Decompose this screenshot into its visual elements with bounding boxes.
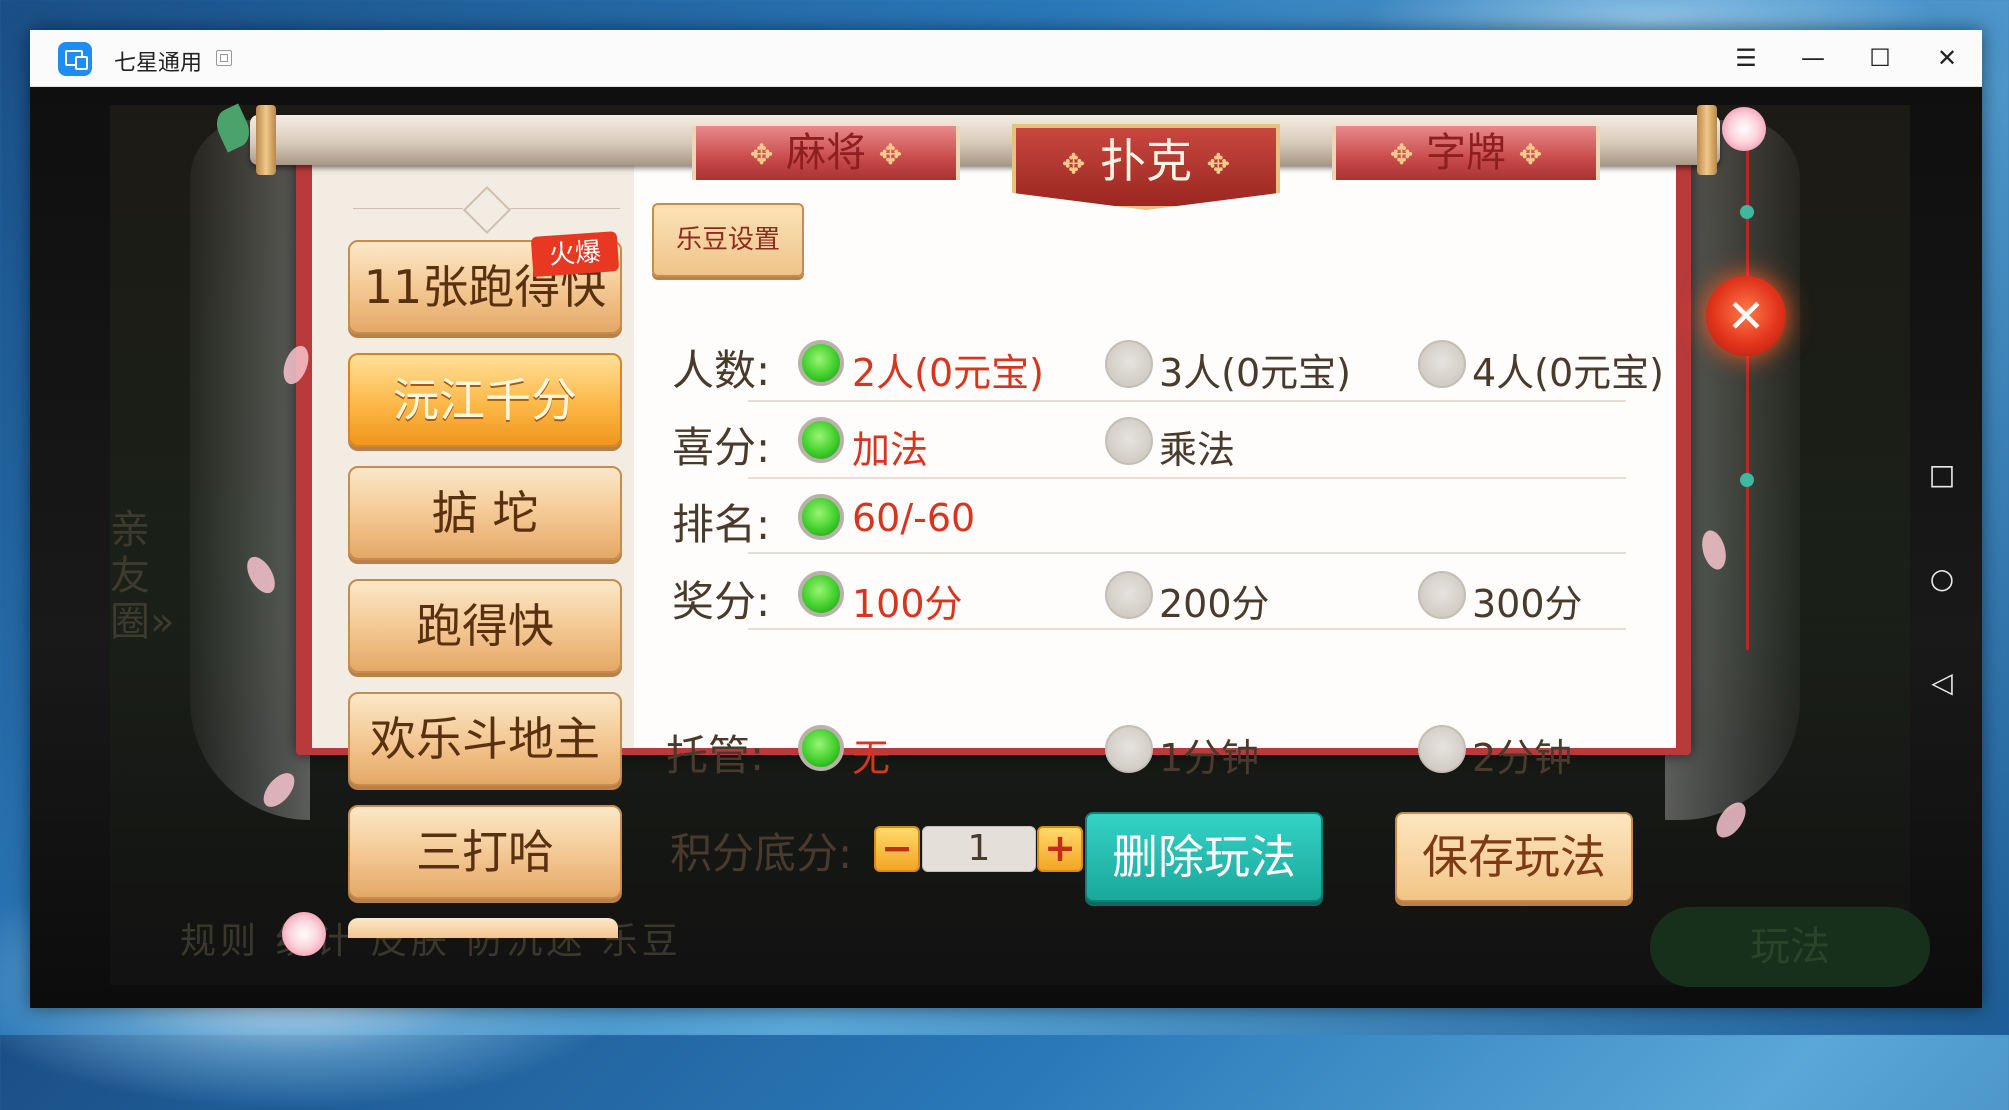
tab-poker-label: 扑克 (1100, 134, 1192, 188)
row-divider (748, 628, 1626, 630)
radio-selected-icon (798, 494, 844, 540)
radio-selected-icon (798, 417, 844, 463)
bead-decoration (1740, 473, 1754, 487)
tab-zipai-label: 字牌 (1426, 130, 1506, 176)
game-button-diantuo[interactable]: 掂 坨 (348, 466, 622, 560)
minimize-button[interactable]: — (1789, 38, 1837, 78)
save-rules-button[interactable]: 保存玩法 (1395, 812, 1633, 902)
base-score-decrease-button[interactable]: − (874, 826, 920, 872)
back-button[interactable]: ◁ (1922, 663, 1962, 703)
radio-empty-icon (1105, 725, 1153, 773)
radio-empty-icon (1418, 571, 1466, 619)
flower-decoration-icon (282, 912, 326, 956)
tab-ornament-icon: ✥ (1518, 138, 1543, 171)
radio-selected-icon (798, 725, 844, 771)
bead-decoration (1740, 205, 1754, 219)
window-title: 七星通用 (114, 51, 203, 76)
option-text: 2人(0元宝) (852, 351, 1045, 395)
option-text: 4人(0元宝) (1472, 351, 1665, 395)
option-text: 加法 (852, 428, 929, 472)
players-label: 人数: (672, 346, 771, 395)
tab-zipai[interactable]: ✥ 字牌 ✥ (1332, 126, 1600, 180)
game-list-more-item[interactable] (348, 918, 618, 938)
tab-ornament-icon: ✥ (1061, 147, 1086, 181)
lantern-string (1746, 150, 1749, 650)
radio-empty-icon (1418, 725, 1466, 773)
bg-rules-button: 玩法 (1650, 907, 1930, 987)
game-button-sandaha[interactable]: 三打哈 (348, 805, 622, 899)
game-button-paodekuai[interactable]: 跑得快 (348, 579, 622, 673)
option-text: 300分 (1472, 582, 1583, 626)
flower-decoration-icon (1722, 107, 1766, 151)
ranking-label: 排名: (672, 500, 771, 549)
side-divider-left (353, 208, 463, 209)
pin-window-icon[interactable] (216, 50, 232, 66)
option-text: 100分 (852, 582, 963, 626)
radio-selected-icon (798, 340, 844, 386)
scroll-rod-cap-left (256, 105, 276, 175)
option-text: 无 (852, 736, 891, 780)
trustee-label: 托管: (666, 731, 765, 780)
maximize-button[interactable]: ☐ (1856, 38, 1904, 78)
option-text: 60/-60 (852, 496, 976, 540)
left-veil-decoration (190, 120, 310, 820)
game-button-yuanjiang-qianfen[interactable]: 沅江千分 (348, 353, 622, 447)
close-dialog-button[interactable]: ✕ (1706, 276, 1786, 356)
tab-poker[interactable]: ✥ 扑克 ✥ (1012, 124, 1280, 210)
radio-empty-icon (1418, 340, 1466, 388)
tab-ornament-icon: ✥ (1206, 147, 1231, 181)
base-score-label: 积分底分: (670, 829, 853, 878)
row-divider (748, 400, 1626, 402)
tab-mahjong-label: 麻将 (786, 130, 866, 176)
side-divider-right (510, 208, 620, 209)
row-divider (748, 477, 1626, 479)
option-text: 1分钟 (1159, 736, 1260, 780)
option-text: 乘法 (1159, 428, 1236, 472)
menu-button[interactable]: ☰ (1722, 38, 1770, 78)
bg-club-label: 亲友圈» (110, 507, 175, 645)
game-button-doudizhu[interactable]: 欢乐斗地主 (348, 692, 622, 786)
option-text: 200分 (1159, 582, 1270, 626)
close-window-button[interactable]: ✕ (1923, 38, 1971, 78)
bonus-label: 奖分: (672, 577, 771, 626)
delete-rules-button[interactable]: 删除玩法 (1085, 812, 1323, 902)
radio-empty-icon (1105, 571, 1153, 619)
ledou-settings-button[interactable]: 乐豆设置 (652, 203, 804, 277)
title-bar: 七星通用 ☰ — ☐ ✕ (30, 30, 1982, 87)
hot-badge: 火爆 (530, 231, 620, 277)
tab-mahjong[interactable]: ✥ 麻将 ✥ (692, 126, 960, 180)
row-divider (748, 552, 1626, 554)
recent-apps-button[interactable]: □ (1922, 455, 1962, 495)
radio-empty-icon (1105, 340, 1153, 388)
app-icon (58, 42, 92, 76)
option-text: 2分钟 (1472, 736, 1573, 780)
base-score-value[interactable]: 1 (922, 826, 1036, 872)
option-text: 3人(0元宝) (1159, 351, 1352, 395)
base-score-increase-button[interactable]: + (1037, 826, 1083, 872)
tab-ornament-icon: ✥ (749, 138, 774, 171)
radio-selected-icon (798, 571, 844, 617)
home-button[interactable]: ○ (1922, 559, 1962, 599)
xifen-label: 喜分: (672, 423, 771, 472)
radio-empty-icon (1105, 417, 1153, 465)
scroll-rod-cap-right (1697, 105, 1717, 175)
tab-ornament-icon: ✥ (1389, 138, 1414, 171)
tab-ornament-icon: ✥ (878, 138, 903, 171)
